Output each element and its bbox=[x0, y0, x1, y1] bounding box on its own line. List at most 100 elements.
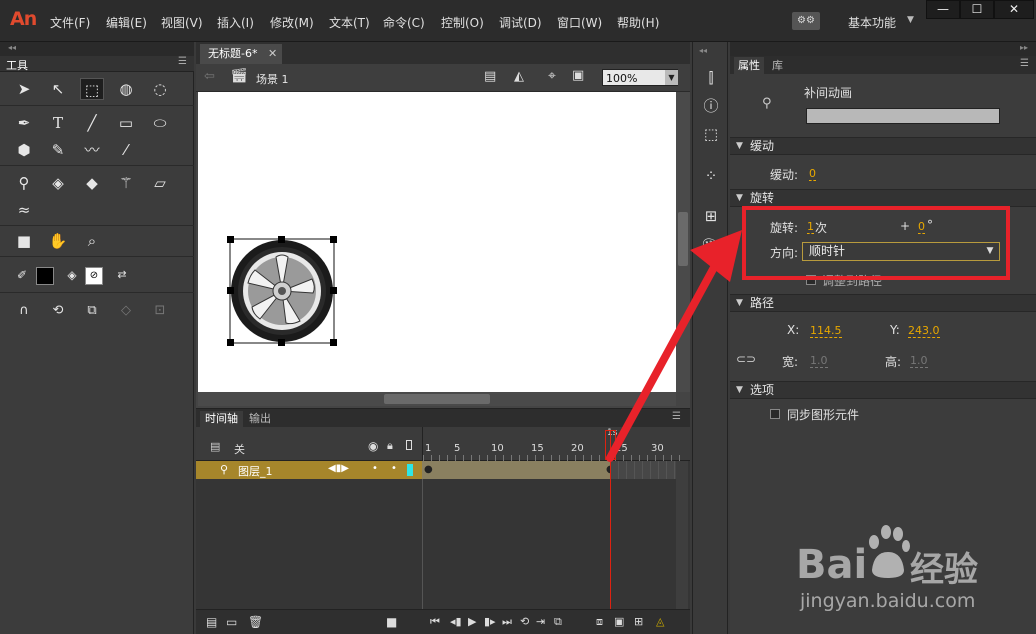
rectangle-tool-icon[interactable]: ▭ bbox=[114, 112, 138, 134]
section-easing[interactable]: ▼ 缓动 bbox=[730, 137, 1036, 155]
menu-help[interactable]: 帮助(H) bbox=[617, 14, 659, 31]
onion-skin-icon[interactable]: ⧉ bbox=[554, 615, 562, 629]
width-tool-icon[interactable]: ≈ bbox=[12, 199, 36, 221]
menu-insert[interactable]: 插入(I) bbox=[217, 14, 254, 31]
last-frame-icon[interactable]: ⏭ bbox=[502, 615, 512, 629]
free-transform-tool-icon[interactable]: ⬚ bbox=[80, 78, 104, 100]
maximize-button[interactable]: ☐ bbox=[960, 0, 994, 19]
sync-symbols-checkbox[interactable] bbox=[770, 409, 780, 419]
camera-layer-icon[interactable]: ■ bbox=[386, 615, 397, 629]
section-rotation[interactable]: ▼ 旋转 bbox=[730, 189, 1036, 207]
stroke-color-swatch[interactable] bbox=[36, 267, 54, 285]
bone-tool-icon[interactable]: ⚲ bbox=[12, 172, 36, 194]
timeline-scrollbar[interactable] bbox=[676, 461, 688, 609]
section-path[interactable]: ▼ 路径 bbox=[730, 294, 1036, 312]
center-frame-icon[interactable]: ⇥ bbox=[536, 615, 545, 628]
lock-dot-icon[interactable]: • bbox=[391, 463, 397, 474]
wheel-symbol[interactable] bbox=[226, 235, 338, 347]
workspace-switcher[interactable]: 基本功能 bbox=[848, 14, 896, 31]
text-tool-icon[interactable]: T bbox=[46, 112, 70, 134]
stroke-color-icon[interactable]: ✐ bbox=[10, 264, 34, 286]
align-icon[interactable]: ⫿ bbox=[701, 68, 721, 88]
scale-icon[interactable]: ⧉ bbox=[80, 300, 104, 322]
chevron-down-icon[interactable]: ▼ bbox=[665, 70, 678, 85]
easing-value[interactable]: 0 bbox=[809, 167, 816, 181]
eyedropper-tool-icon[interactable]: ⚚ bbox=[114, 172, 138, 194]
workspace-sync-icon[interactable]: ⚙⚙ bbox=[792, 12, 820, 30]
pencil-tool-icon[interactable]: ✎ bbox=[46, 139, 70, 161]
center-stage-icon[interactable]: ⌖ bbox=[548, 68, 556, 84]
panel-collapse-bar[interactable]: ◂◂ bbox=[0, 42, 194, 56]
lock-icon[interactable]: 🔒︎ bbox=[387, 439, 393, 453]
step-back-icon[interactable]: ◂▮ bbox=[450, 615, 462, 628]
3d-rotation-tool-icon[interactable]: ◍ bbox=[114, 78, 138, 100]
modify-markers-icon[interactable]: ⊞ bbox=[634, 615, 643, 628]
trash-icon[interactable]: 🗑︎ bbox=[248, 615, 263, 629]
menu-commands[interactable]: 命令(C) bbox=[383, 14, 425, 31]
panel-menu-icon[interactable]: ☰ bbox=[178, 56, 187, 67]
eye-icon[interactable]: ◉ bbox=[368, 439, 378, 453]
paint-bucket-tool-icon[interactable]: ◈ bbox=[46, 172, 70, 194]
line-tool-icon[interactable]: ╱ bbox=[80, 112, 104, 134]
outline-icon[interactable] bbox=[406, 440, 412, 450]
keyframe-nav-icon[interactable]: ◀▮▶ bbox=[328, 463, 349, 474]
camera-tool-icon[interactable]: ■ bbox=[12, 230, 36, 252]
polystar-tool-icon[interactable]: ⬢ bbox=[12, 139, 36, 161]
menu-edit[interactable]: 编辑(E) bbox=[106, 14, 147, 31]
snap-to-objects-icon[interactable]: ∩ bbox=[12, 300, 36, 322]
step-forward-icon[interactable]: ▮▸ bbox=[484, 615, 496, 628]
motion-presets-icon[interactable]: ⁘ bbox=[701, 166, 721, 186]
lasso-tool-icon[interactable]: ◌ bbox=[148, 78, 172, 100]
pen-tool-icon[interactable]: ✒ bbox=[12, 112, 36, 134]
layer-name[interactable]: 图层_1 bbox=[238, 463, 273, 479]
close-button[interactable]: ✕ bbox=[994, 0, 1034, 19]
document-tab[interactable]: 无标题-6* ✕ bbox=[200, 44, 282, 64]
ink-bottle-tool-icon[interactable]: ◆ bbox=[80, 172, 104, 194]
layer-row[interactable]: ⚲ 图层_1 ◀▮▶ • • bbox=[196, 461, 422, 479]
layer-folder-icon[interactable]: ▤ bbox=[210, 440, 220, 453]
fill-color-icon[interactable]: ◈ bbox=[60, 264, 84, 286]
brush-tool-icon[interactable]: 〰 bbox=[80, 139, 104, 161]
layer-color-swatch[interactable] bbox=[407, 464, 413, 476]
chevron-down-icon[interactable]: ▼ bbox=[907, 15, 914, 25]
keyframe-dot[interactable]: ● bbox=[424, 464, 433, 475]
selection-tool-icon[interactable]: ➤ bbox=[12, 78, 36, 100]
tab-library[interactable]: 库 bbox=[768, 57, 787, 74]
zoom-tool-icon[interactable]: ⌕ bbox=[80, 230, 104, 252]
subselection-tool-icon[interactable]: ↖ bbox=[46, 78, 70, 100]
tab-timeline[interactable]: 时间轴 bbox=[200, 411, 243, 427]
panel-menu-icon[interactable]: ☰ bbox=[1020, 58, 1029, 69]
visible-dot-icon[interactable]: • bbox=[372, 463, 378, 474]
tools-tab[interactable]: 工具 bbox=[6, 57, 28, 73]
paint-brush-tool-icon[interactable]: ⁄ bbox=[114, 139, 138, 161]
fill-color-swatch[interactable]: ⊘ bbox=[85, 267, 103, 285]
menu-control[interactable]: 控制(O) bbox=[441, 14, 484, 31]
menu-text[interactable]: 文本(T) bbox=[329, 14, 370, 31]
minimize-button[interactable]: — bbox=[926, 0, 960, 19]
section-options[interactable]: ▼ 选项 bbox=[730, 381, 1036, 399]
instance-name-field[interactable] bbox=[806, 108, 1000, 124]
first-frame-icon[interactable]: ⏮ bbox=[430, 615, 440, 629]
dock-collapse-icon[interactable]: ◂◂ bbox=[699, 46, 707, 55]
swap-colors-icon[interactable]: ⇄ bbox=[110, 264, 134, 286]
scrollbar-thumb[interactable] bbox=[384, 394, 490, 404]
new-layer-icon[interactable]: ▤ bbox=[206, 615, 217, 629]
close-icon[interactable]: ✕ bbox=[268, 44, 277, 64]
info-icon[interactable]: ⓘ bbox=[701, 96, 721, 116]
back-arrow-icon[interactable]: ⇦ bbox=[204, 69, 215, 84]
y-value[interactable]: 243.0 bbox=[908, 324, 940, 338]
edit-scene-icon[interactable]: ▤ bbox=[484, 69, 496, 84]
zoom-select[interactable]: 100% ▼ bbox=[602, 69, 678, 86]
eraser-tool-icon[interactable]: ▱ bbox=[148, 172, 172, 194]
zoom-timeline-icon[interactable]: ◬ bbox=[656, 615, 664, 628]
new-folder-icon[interactable]: ▭ bbox=[226, 615, 237, 629]
tab-output[interactable]: 输出 bbox=[244, 411, 276, 427]
oval-tool-icon[interactable]: ⬭ bbox=[148, 112, 172, 134]
menu-view[interactable]: 视图(V) bbox=[161, 14, 203, 31]
transform-icon[interactable]: ⬚ bbox=[701, 124, 721, 144]
x-value[interactable]: 114.5 bbox=[810, 324, 842, 338]
play-icon[interactable]: ▶ bbox=[468, 615, 476, 628]
panel-collapse-bar[interactable]: ▸▸ bbox=[730, 42, 1036, 56]
menu-modify[interactable]: 修改(M) bbox=[270, 14, 314, 31]
onion-outline-icon[interactable]: ⧈ bbox=[596, 615, 603, 629]
